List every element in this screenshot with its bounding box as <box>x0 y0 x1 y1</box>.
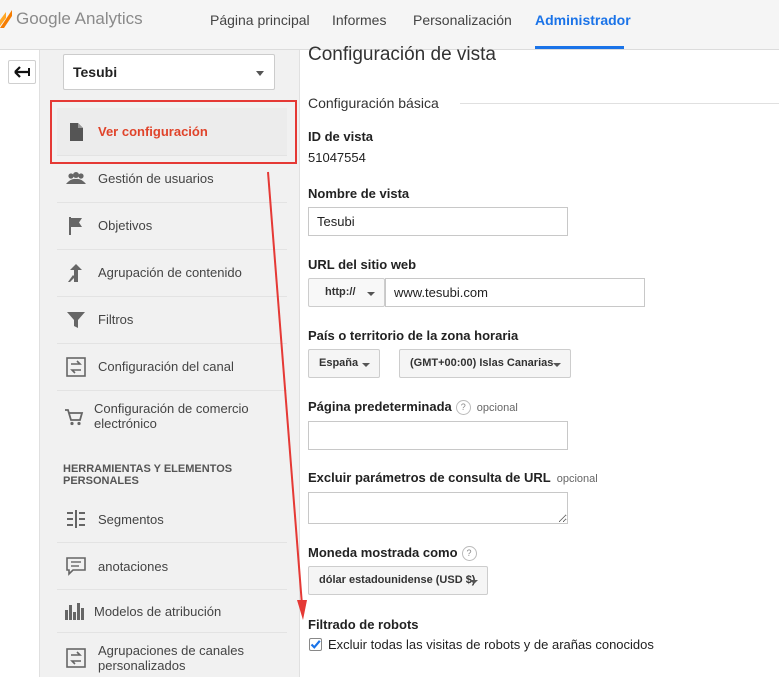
view-name-input[interactable] <box>308 207 568 236</box>
back-arrow-icon <box>14 66 30 78</box>
website-url-input[interactable] <box>385 278 645 307</box>
flag-icon <box>69 217 82 235</box>
view-id-label: ID de vista <box>308 129 374 144</box>
sidebar-item-filters[interactable]: Filtros <box>57 297 287 344</box>
analytics-logo-icon <box>0 10 12 28</box>
tab-customization[interactable]: Personalización <box>413 12 512 28</box>
website-url-label: URL del sitio web <box>308 257 417 272</box>
sidebar-item-label: Filtros <box>98 312 134 327</box>
chevron-down-icon <box>553 363 561 367</box>
back-rail <box>0 50 40 677</box>
sidebar-item-label: Agrupación de contenido <box>98 265 242 280</box>
sidebar-item-channel-settings[interactable]: Configuración del canal <box>57 344 287 391</box>
sidebar-item-label: Agrupaciones de canales personalizados <box>98 643 244 673</box>
merge-icon <box>68 264 82 282</box>
country-value: España <box>319 357 359 369</box>
timezone-dropdown[interactable]: (GMT+00:00) Islas Canarias <box>399 349 571 378</box>
top-navigation-bar: Google Analytics Página principal Inform… <box>0 0 779 50</box>
sidebar-item-user-management[interactable]: Gestión de usuarios <box>57 156 287 203</box>
currency-dropdown[interactable]: dólar estadounidense (USD $) <box>308 566 488 595</box>
country-dropdown[interactable]: España <box>308 349 380 378</box>
currency-label-text: Moneda mostrada como <box>308 545 458 560</box>
view-id-value: 51047554 <box>308 150 366 165</box>
exclude-params-label-text: Excluir parámetros de consulta de URL <box>308 470 551 485</box>
tab-admin[interactable]: Administrador <box>535 12 631 28</box>
view-name-label: Nombre de vista <box>308 186 410 201</box>
chevron-down-icon <box>367 292 375 296</box>
sidebar-item-label: Objetivos <box>98 218 153 233</box>
view-selector-value: Tesubi <box>73 64 118 80</box>
currency-value: dólar estadounidense (USD $) <box>319 574 476 586</box>
section-title: Configuración básica <box>308 95 439 111</box>
users-icon <box>66 172 86 184</box>
tab-reports[interactable]: Informes <box>332 12 386 28</box>
cart-icon <box>65 409 84 426</box>
sidebar-item-label: Configuración de comercio electrónico <box>94 401 249 431</box>
optional-hint: opcional <box>476 402 518 414</box>
bot-filtering-label: Filtrado de robots <box>308 617 419 632</box>
protocol-dropdown[interactable]: http:// <box>308 278 385 307</box>
sidebar-item-label: Segmentos <box>98 512 164 527</box>
timezone-value: (GMT+00:00) Islas Canarias <box>410 357 554 369</box>
sidebar-item-label: Configuración del canal <box>98 359 234 374</box>
active-tab-indicator <box>535 46 624 49</box>
sidebar-item-content-grouping[interactable]: Agrupación de contenido <box>57 250 287 297</box>
protocol-value: http:// <box>325 286 356 298</box>
checkmark-icon <box>310 640 321 649</box>
timezone-country-label: País o territorio de la zona horaria <box>308 328 519 343</box>
sidebar-item-label: Modelos de atribución <box>94 604 222 619</box>
sidebar-item-label: Gestión de usuarios <box>98 171 214 186</box>
optional-hint: opcional <box>556 473 598 485</box>
default-page-label-text: Página predeterminada <box>308 399 452 414</box>
bar-chart-icon <box>65 603 84 620</box>
default-page-input[interactable] <box>308 421 568 450</box>
sidebar-item-ecommerce-settings[interactable]: Configuración de comercio electrónico <box>57 391 287 445</box>
sidebar-item-goals[interactable]: Objetivos <box>57 203 287 250</box>
channel-icon <box>66 648 86 668</box>
view-selector-dropdown[interactable]: Tesubi <box>63 54 275 90</box>
segments-icon <box>67 510 85 528</box>
sidebar-item-attribution-models[interactable]: Modelos de atribución <box>57 590 287 633</box>
help-icon[interactable]: ? <box>461 546 477 562</box>
channel-icon <box>66 357 86 377</box>
currency-label: Moneda mostrada como? <box>308 545 477 562</box>
tools-section-heading: HERRAMIENTAS Y ELEMENTOS PERSONALES <box>63 463 233 487</box>
sidebar-item-label: anotaciones <box>98 559 169 574</box>
sidebar-item-annotations[interactable]: anotaciones <box>57 543 287 590</box>
back-button[interactable] <box>8 60 36 84</box>
chevron-down-icon <box>470 580 478 584</box>
default-page-label: Página predeterminada? opcional <box>308 399 518 416</box>
bot-filter-text: Excluir todas las visitas de robots y de… <box>328 637 654 652</box>
sidebar-item-custom-channel-groupings[interactable]: Agrupaciones de canales personalizados <box>57 633 287 677</box>
section-divider <box>460 103 779 104</box>
help-icon[interactable]: ? <box>455 400 471 416</box>
sidebar-item-segments[interactable]: Segmentos <box>57 496 287 543</box>
filter-icon <box>67 312 85 328</box>
bot-filter-checkbox[interactable] <box>309 638 322 651</box>
chevron-down-icon <box>256 71 264 76</box>
page-title: Configuración de vista <box>308 44 496 65</box>
tab-home[interactable]: Página principal <box>210 12 310 28</box>
exclude-params-label: Excluir parámetros de consulta de URL opc… <box>308 470 598 485</box>
exclude-params-textarea[interactable] <box>308 492 568 524</box>
app-logo-text: Google Analytics <box>16 9 143 28</box>
sidebar-item-label: Ver configuración <box>98 124 208 139</box>
chevron-down-icon <box>362 363 370 367</box>
annotation-icon <box>66 557 86 576</box>
document-icon <box>70 123 83 141</box>
sidebar-item-view-settings[interactable]: Ver configuración <box>57 108 287 156</box>
